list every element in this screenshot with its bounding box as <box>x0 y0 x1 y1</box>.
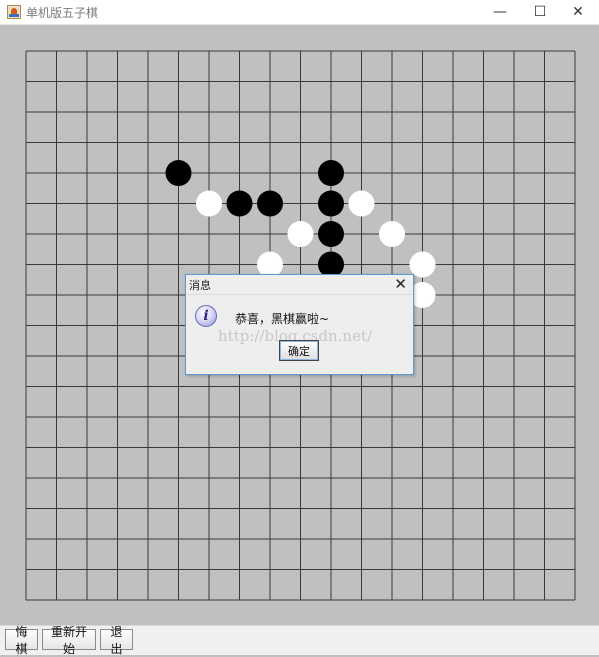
black-stone <box>165 160 192 186</box>
dialog-message: 恭喜，黑棋赢啦~ <box>235 312 330 326</box>
dialog-close-button[interactable]: ✕ <box>394 275 407 293</box>
quit-button[interactable]: 退出 <box>100 625 133 656</box>
black-stone <box>257 190 283 217</box>
information-icon: i <box>195 305 217 327</box>
black-stone <box>318 190 344 217</box>
message-dialog: 消息 ✕ i 恭喜，黑棋赢啦~ http://blog.csdn.net/ 确定 <box>185 274 414 375</box>
dialog-title: 消息 <box>189 279 211 292</box>
black-stone <box>318 221 344 247</box>
close-window-button[interactable]: ✕ <box>555 0 599 24</box>
ok-button[interactable]: 确定 <box>279 340 319 361</box>
dialog-divider <box>186 294 413 295</box>
title-bar: 单机版五子棋 — ☐ ✕ <box>0 0 599 25</box>
white-stone <box>348 190 375 217</box>
window-title: 单机版五子棋 <box>26 6 99 20</box>
black-stone <box>226 190 253 217</box>
undo-button[interactable]: 悔棋 <box>5 625 38 656</box>
bottom-toolbar: 悔棋 重新开始 退出 <box>0 625 599 656</box>
java-cup-icon <box>7 5 21 19</box>
white-stone <box>287 221 314 247</box>
white-stone <box>196 190 222 217</box>
restart-button[interactable]: 重新开始 <box>42 625 96 656</box>
white-stone <box>379 221 405 247</box>
black-stone <box>318 160 344 186</box>
